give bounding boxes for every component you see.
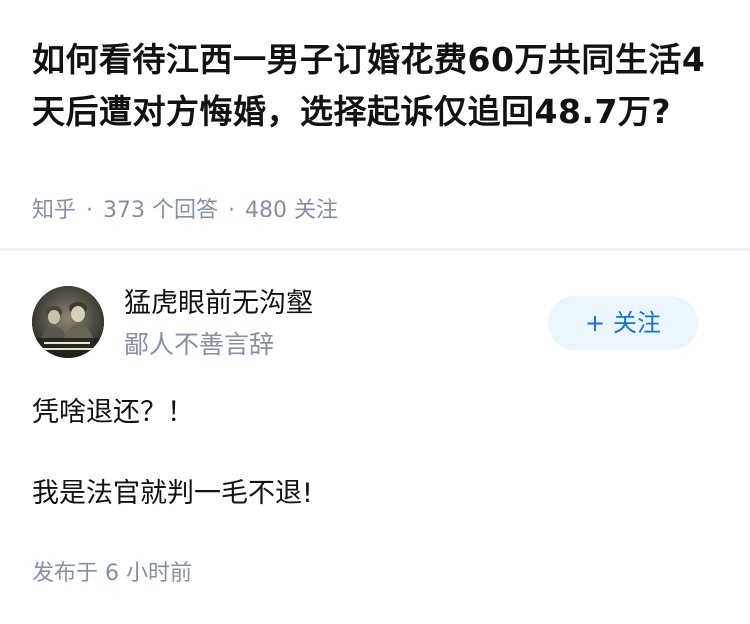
follow-button[interactable]: + 关注 <box>548 296 698 350</box>
source-label[interactable]: 知乎 <box>32 198 76 223</box>
answer-count[interactable]: 373 个回答 <box>103 198 218 223</box>
question-title[interactable]: 如何看待江西一男子订婚花费60万共同生活4天后遭对方悔婚，选择起诉仅追回48.7… <box>32 34 718 138</box>
publish-time: 发布于 6 小时前 <box>32 561 192 586</box>
question-header: 如何看待江西一男子订婚花费60万共同生活4天后遭对方悔婚，选择起诉仅追回48.7… <box>0 0 750 248</box>
question-meta: 知乎 · 373 个回答 · 480 关注 <box>32 196 338 226</box>
answer-content[interactable]: 凭啥退还？！ 我是法官就判一毛不退! <box>32 395 718 512</box>
meta-separator: · <box>86 198 94 223</box>
author-avatar[interactable] <box>32 286 104 358</box>
follow-button-label: 关注 <box>613 309 662 337</box>
answer-paragraph: 凭啥退还？！ <box>32 397 194 428</box>
portrait-avatar-icon <box>32 286 104 358</box>
follower-count[interactable]: 480 关注 <box>245 198 338 223</box>
section-divider <box>0 248 750 251</box>
meta-separator: · <box>228 198 236 223</box>
answer-paragraph: 我是法官就判一毛不退! <box>32 478 313 509</box>
author-bio: 鄙人不善言辞 <box>124 330 275 359</box>
plus-icon: + <box>584 309 606 337</box>
author-name[interactable]: 猛虎眼前无沟壑 <box>124 287 313 321</box>
